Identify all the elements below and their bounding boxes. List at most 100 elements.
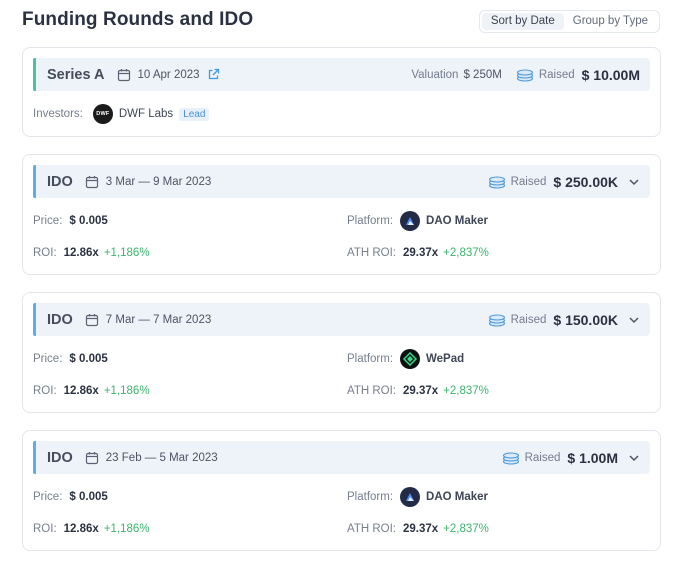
platform-row: Platform: DAO Maker xyxy=(347,211,488,231)
ath-roi-row: ATH ROI: 29.37x +2,837% xyxy=(347,247,489,259)
group-by-type-button[interactable]: Group by Type xyxy=(564,13,657,30)
roi-row: ROI: 12.86x +1,186% xyxy=(33,247,150,259)
coins-icon xyxy=(488,313,506,327)
platform-row: Platform: WePad xyxy=(347,349,464,369)
roi-value: 12.86x xyxy=(63,385,99,397)
price-value: $ 0.005 xyxy=(69,353,108,365)
ath-roi-percent: +2,837% xyxy=(443,385,489,397)
calendar-icon xyxy=(85,313,99,327)
round-date-text: 7 Mar — 7 Mar 2023 xyxy=(105,313,212,326)
valuation-value: $ 250M xyxy=(463,68,502,81)
roi-label: ROI: xyxy=(33,523,57,535)
investors-label: Investors: xyxy=(33,108,83,120)
coins-icon xyxy=(516,68,534,82)
price-row: Price: $ 0.005 xyxy=(33,491,108,503)
ath-roi-label: ATH ROI: xyxy=(347,523,396,535)
price-value: $ 0.005 xyxy=(69,491,108,503)
raised-label: Raised xyxy=(510,313,547,326)
raised-label: Raised xyxy=(538,68,575,81)
round-type: IDO xyxy=(47,173,73,190)
ath-roi-percent: +2,837% xyxy=(443,247,489,259)
round-date-text: 3 Mar — 9 Mar 2023 xyxy=(105,175,212,188)
round-date: 3 Mar — 9 Mar 2023 xyxy=(85,175,211,189)
page-title: Funding Rounds and IDO xyxy=(22,9,254,30)
ath-roi-value: 29.37x xyxy=(402,247,439,259)
raised-label: Raised xyxy=(510,175,547,188)
round-date: 10 Apr 2023 xyxy=(117,68,220,82)
roi-value: 12.86x xyxy=(63,247,99,259)
dwf-labs-logo-icon: DWF xyxy=(92,104,113,124)
ath-roi-value: 29.37x xyxy=(402,523,439,535)
round-type: IDO xyxy=(47,449,73,466)
platform-name[interactable]: WePad xyxy=(426,353,464,365)
ido-accent-bar xyxy=(33,303,36,336)
roi-row: ROI: 12.86x +1,186% xyxy=(33,523,150,535)
raised-value: $ 1.00M xyxy=(567,449,618,466)
ath-roi-value: 29.37x xyxy=(402,385,439,397)
ido-card: IDO 7 Mar — 7 Mar 2023 Raised $ 150.00K … xyxy=(22,292,661,413)
wepad-logo-icon xyxy=(400,349,421,369)
round-date: 23 Feb — 5 Mar 2023 xyxy=(85,451,218,465)
round-type: Series A xyxy=(47,66,105,83)
chevron-down-icon[interactable] xyxy=(628,314,640,326)
round-type: IDO xyxy=(47,311,73,328)
coins-icon xyxy=(502,451,520,465)
lead-badge: Lead xyxy=(179,107,210,121)
ido-card: IDO 3 Mar — 9 Mar 2023 Raised $ 250.00K … xyxy=(22,154,661,275)
raised-value: $ 250.00K xyxy=(553,173,618,190)
sort-toggle: Sort by Date Group by Type xyxy=(478,10,660,33)
chevron-down-icon[interactable] xyxy=(628,452,640,464)
series-a-card: Series A 10 Apr 2023 Valuation $ 250M Ra… xyxy=(22,47,661,137)
platform-row: Platform: DAO Maker xyxy=(347,487,488,507)
investors-row: Investors: DWF DWF Labs Lead xyxy=(33,104,210,124)
raised-label: Raised xyxy=(524,451,561,464)
external-link-icon[interactable] xyxy=(207,68,220,81)
coins-icon xyxy=(488,175,506,189)
dao-maker-logo-icon xyxy=(400,487,421,507)
ath-roi-percent: +2,837% xyxy=(443,523,489,535)
sort-by-date-button[interactable]: Sort by Date xyxy=(481,13,564,30)
price-row: Price: $ 0.005 xyxy=(33,353,108,365)
platform-label: Platform: xyxy=(347,215,394,227)
chevron-down-icon[interactable] xyxy=(628,176,640,188)
price-value: $ 0.005 xyxy=(69,215,108,227)
valuation-label: Valuation xyxy=(411,68,459,81)
platform-name[interactable]: DAO Maker xyxy=(426,215,488,227)
roi-value: 12.86x xyxy=(63,523,99,535)
series-a-header: Series A 10 Apr 2023 Valuation $ 250M Ra… xyxy=(33,58,650,91)
raised-value: $ 10.00M xyxy=(581,66,640,83)
price-row: Price: $ 0.005 xyxy=(33,215,108,227)
ath-roi-row: ATH ROI: 29.37x +2,837% xyxy=(347,523,489,535)
roi-percent: +1,186% xyxy=(103,385,150,397)
raised-value: $ 150.00K xyxy=(553,311,618,328)
roi-row: ROI: 12.86x +1,186% xyxy=(33,385,150,397)
platform-label: Platform: xyxy=(347,353,394,365)
ath-roi-label: ATH ROI: xyxy=(347,247,396,259)
roi-percent: +1,186% xyxy=(103,523,150,535)
round-date-text: 23 Feb — 5 Mar 2023 xyxy=(105,451,218,464)
ido-card: IDO 23 Feb — 5 Mar 2023 Raised $ 1.00M P… xyxy=(22,430,661,551)
round-date: 7 Mar — 7 Mar 2023 xyxy=(85,313,211,327)
dao-maker-logo-icon xyxy=(400,211,421,231)
ido-header[interactable]: IDO 7 Mar — 7 Mar 2023 Raised $ 150.00K xyxy=(33,303,650,336)
platform-name[interactable]: DAO Maker xyxy=(426,491,488,503)
price-label: Price: xyxy=(33,215,63,227)
ath-roi-row: ATH ROI: 29.37x +2,837% xyxy=(347,385,489,397)
calendar-icon xyxy=(85,175,99,189)
calendar-icon xyxy=(117,68,131,82)
ido-accent-bar xyxy=(33,441,36,474)
calendar-icon xyxy=(85,451,99,465)
roi-label: ROI: xyxy=(33,247,57,259)
platform-label: Platform: xyxy=(347,491,394,503)
round-date-text: 10 Apr 2023 xyxy=(137,68,200,81)
roi-percent: +1,186% xyxy=(103,247,150,259)
price-label: Price: xyxy=(33,353,63,365)
ido-header[interactable]: IDO 23 Feb — 5 Mar 2023 Raised $ 1.00M xyxy=(33,441,650,474)
ido-accent-bar xyxy=(33,165,36,198)
ath-roi-label: ATH ROI: xyxy=(347,385,396,397)
price-label: Price: xyxy=(33,491,63,503)
roi-label: ROI: xyxy=(33,385,57,397)
investor-name[interactable]: DWF Labs xyxy=(119,108,173,120)
series-accent-bar xyxy=(33,58,36,91)
ido-header[interactable]: IDO 3 Mar — 9 Mar 2023 Raised $ 250.00K xyxy=(33,165,650,198)
